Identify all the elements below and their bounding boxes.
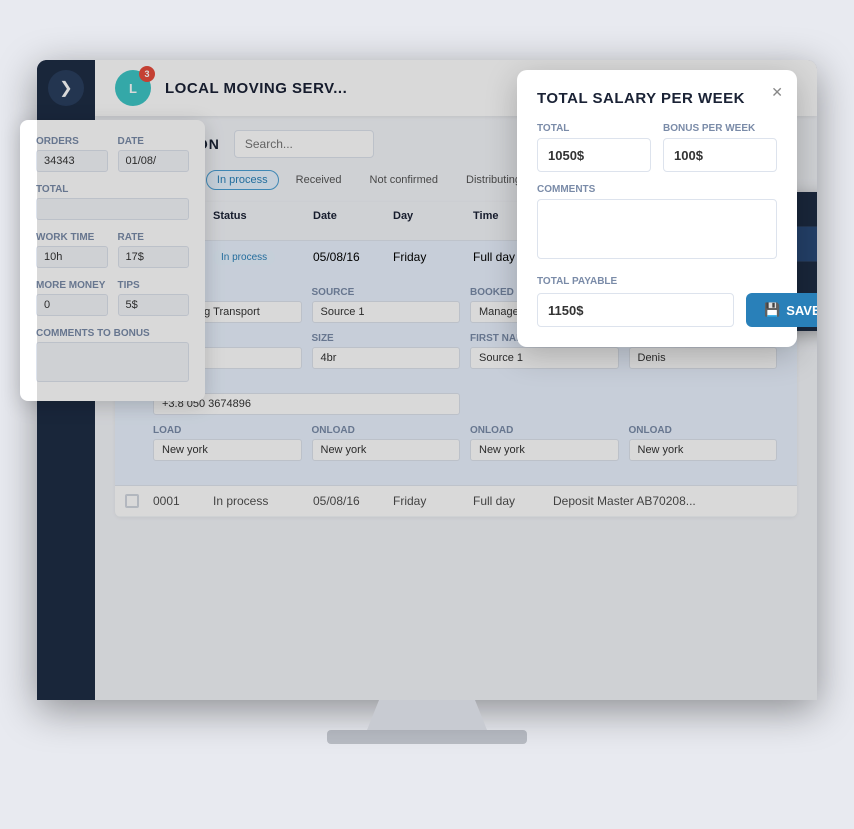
save-button[interactable]: 💾 SAVE <box>746 293 817 327</box>
salary-modal: TOTAL SALARY PER WEEK ✕ TOTAL BONUS PER … <box>517 70 797 347</box>
monitor-stand <box>367 700 487 730</box>
monitor-screen: ❯ ⊞ 📋 📊 👥 ⚙ ⚙ <box>37 60 817 700</box>
modal-close-button[interactable]: ✕ <box>771 84 783 101</box>
comments-label: COMMENTS <box>537 184 777 195</box>
modal-bonus-field: BONUS PER WEEK <box>663 123 777 172</box>
monitor-base <box>327 730 527 744</box>
monitor: ❯ ⊞ 📋 📊 👥 ⚙ ⚙ <box>0 60 854 829</box>
bonus-input[interactable] <box>663 138 777 172</box>
modal-total-field: TOTAL <box>537 123 651 172</box>
modal-total-row: 💾 SAVE <box>537 293 777 327</box>
modal-overlay: TOTAL SALARY PER WEEK ✕ TOTAL BONUS PER … <box>37 60 817 700</box>
modal-comments-field: COMMENTS <box>537 184 777 264</box>
save-label: SAVE <box>786 303 817 318</box>
bonus-label: BONUS PER WEEK <box>663 123 777 134</box>
total-payable-label: TOTAL PAYABLE <box>537 276 777 287</box>
total-label: TOTAL <box>537 123 651 134</box>
comments-textarea[interactable] <box>537 199 777 259</box>
total-payable-input[interactable] <box>537 293 734 327</box>
modal-top-row: TOTAL BONUS PER WEEK <box>537 123 777 172</box>
screen-inner: ❯ ⊞ 📋 📊 👥 ⚙ ⚙ <box>37 60 817 700</box>
save-icon: 💾 <box>764 302 780 318</box>
total-input[interactable] <box>537 138 651 172</box>
modal-title: TOTAL SALARY PER WEEK <box>537 90 777 107</box>
